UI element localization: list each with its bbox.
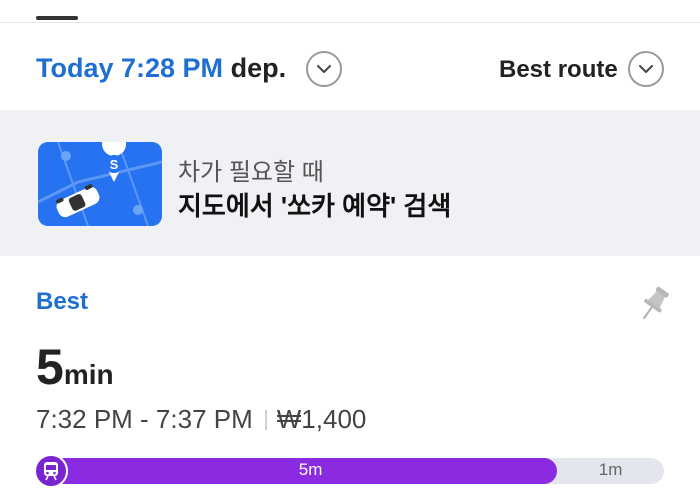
- route-result-card[interactable]: Best 5min 7:32 PM - 7:37 PM ₩1,400 5m 1m: [0, 256, 700, 500]
- chevron-down-icon: [317, 65, 331, 73]
- route-tag: Best: [36, 288, 89, 315]
- departure-suffix: dep.: [230, 53, 287, 83]
- duration-value: 5: [36, 339, 64, 395]
- departure-time: Today 7:28 PM: [36, 53, 224, 83]
- promo-banner[interactable]: S 차가 필요할 때 지도에서 '쏘카 예약' 검색: [0, 110, 700, 256]
- route-options-bar: Today 7:28 PM dep. Best route: [0, 22, 700, 108]
- pin-icon[interactable]: [638, 284, 670, 324]
- subway-segment: [36, 458, 558, 484]
- route-segment-bar: 5m 1m: [34, 454, 664, 488]
- subway-segment-label: 5m: [298, 460, 323, 479]
- subway-icon: [34, 454, 68, 488]
- departure-time-label[interactable]: Today 7:28 PM dep.: [36, 53, 286, 84]
- chevron-down-icon: [639, 65, 653, 73]
- time-range: 7:32 PM - 7:37 PM: [36, 404, 253, 434]
- svg-text:S: S: [110, 157, 119, 172]
- departure-time-dropdown-button[interactable]: [306, 51, 342, 87]
- separator: [264, 409, 267, 430]
- fare: ₩1,400: [276, 404, 367, 434]
- route-option-dropdown-button[interactable]: [628, 51, 664, 87]
- duration-unit: min: [63, 359, 114, 390]
- banner-title: 지도에서 '쏘카 예약' 검색: [178, 191, 452, 221]
- banner-subtitle: 차가 필요할 때: [178, 159, 324, 186]
- drag-handle[interactable]: [36, 16, 78, 20]
- route-time-and-fare: 7:32 PM - 7:37 PM ₩1,400: [36, 404, 366, 435]
- walk-segment-label: 1m: [598, 460, 623, 479]
- car-share-map-icon: S: [38, 142, 162, 226]
- route-duration: 5min: [36, 338, 114, 396]
- route-option-label[interactable]: Best route: [499, 56, 618, 84]
